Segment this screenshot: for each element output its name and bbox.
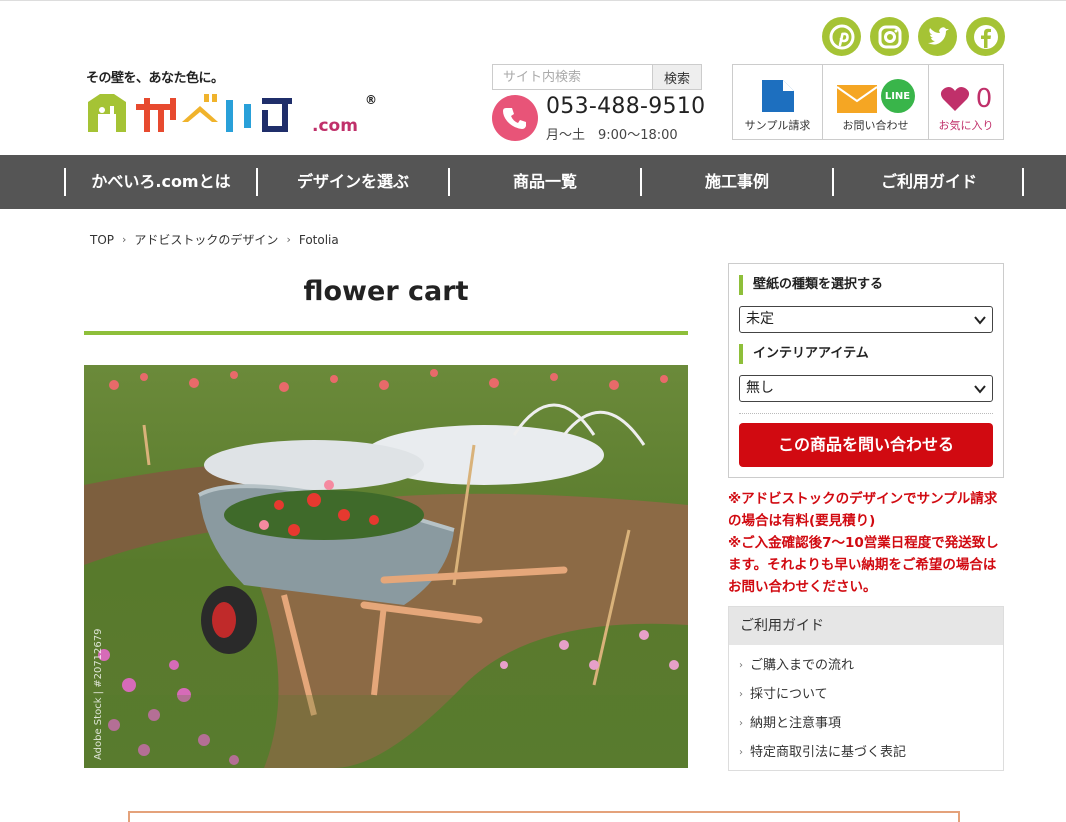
usage-guide: ご利用ガイド › ご購入までの流れ › 採寸について › 納期と注意事項 › 特定商取引… xyxy=(728,606,1004,771)
breadcrumb-current: Fotolia xyxy=(298,232,339,247)
sample-notes: ※アドビストックのデザインでサンプル請求の場合は有料(要見積り) ※ご入金確認後… xyxy=(728,488,1008,598)
top-border xyxy=(0,0,1066,1)
form-divider xyxy=(739,413,993,414)
product-image[interactable]: Adobe Stock | #20712679 xyxy=(84,365,688,768)
note-delivery: ※ご入金確認後7〜10営業日程度で発送致します。それよりも早い納期をご希望の場合… xyxy=(728,535,999,595)
svg-text:®: ® xyxy=(365,93,377,107)
chevron-right-icon: › xyxy=(739,747,743,758)
guide-item-label: 採寸について xyxy=(750,687,828,702)
sample-request-button[interactable]: サンプル請求 xyxy=(733,65,823,139)
guide-heading: ご利用ガイド xyxy=(729,607,1003,645)
breadcrumb-chevron-icon: › xyxy=(122,233,127,246)
bottom-section-box xyxy=(128,811,960,822)
product-title: flower cart xyxy=(303,276,469,307)
stock-credit: Adobe Stock | #20712679 xyxy=(93,628,104,761)
site-logo[interactable]: .com ® xyxy=(86,88,386,136)
chevron-down-icon xyxy=(974,385,986,394)
sample-request-label: サンプル請求 xyxy=(744,119,811,132)
product-options-form: 壁紙の種類を選択する 未定 インテリアアイテム 無し この商品を問い合わせる xyxy=(728,263,1004,478)
note-paid-sample: ※アドビストックのデザインでサンプル請求の場合は有料(要見積り) xyxy=(728,491,998,529)
nav-item-products[interactable]: 商品一覧 xyxy=(450,155,640,209)
twitter-icon[interactable] xyxy=(918,17,957,56)
phone-number[interactable]: 053-488-9510 xyxy=(546,94,705,119)
favorites-count: 0 xyxy=(975,84,993,114)
breadcrumb-top[interactable]: TOP xyxy=(90,233,114,247)
instagram-icon[interactable] xyxy=(870,17,909,56)
contact-label: お問い合わせ xyxy=(842,119,909,132)
guide-item-label: ご購入までの流れ xyxy=(750,658,855,673)
nav-item-design[interactable]: デザインを選ぶ xyxy=(258,155,448,209)
social-links xyxy=(822,17,1005,56)
guide-item-purchase-flow[interactable]: › ご購入までの流れ xyxy=(739,651,1003,680)
nav-item-about[interactable]: かべいろ.comとは xyxy=(66,155,256,209)
svg-text:.com: .com xyxy=(312,116,358,134)
nav-item-guide[interactable]: ご利用ガイド xyxy=(834,155,1024,209)
interior-item-value: 無し xyxy=(746,380,774,396)
wallpaper-type-value: 未定 xyxy=(746,311,774,327)
favorites-label: お気に入り xyxy=(938,119,994,132)
title-underline xyxy=(84,331,688,335)
interior-item-heading: インテリアアイテム xyxy=(739,344,869,364)
search-button[interactable]: 検索 xyxy=(652,64,702,90)
guide-item-measurement[interactable]: › 採寸について xyxy=(739,680,1003,709)
facebook-icon[interactable] xyxy=(966,17,1005,56)
breadcrumb-chevron-icon: › xyxy=(286,233,291,246)
document-icon xyxy=(761,80,794,112)
site-search: 検索 xyxy=(492,64,702,90)
phone-icon xyxy=(492,95,538,141)
wallpaper-type-heading: 壁紙の種類を選択する xyxy=(739,275,883,295)
breadcrumb-adobe-stock[interactable]: アドビストックのデザイン xyxy=(134,231,278,248)
line-icon: LINE xyxy=(880,79,915,113)
contact-button[interactable]: LINE お問い合わせ xyxy=(823,65,929,139)
site-tagline: その壁を、あなた色に。 xyxy=(86,71,224,86)
chevron-right-icon: › xyxy=(739,718,743,729)
favorites-button[interactable]: 0 お気に入り xyxy=(929,65,1003,139)
breadcrumb: TOP › アドビストックのデザイン › Fotolia xyxy=(90,231,339,248)
wallpaper-type-select[interactable]: 未定 xyxy=(739,306,993,333)
interior-item-select[interactable]: 無し xyxy=(739,375,993,402)
nav-separator xyxy=(1022,168,1024,196)
guide-item-legal[interactable]: › 特定商取引法に基づく表記 xyxy=(739,738,1003,767)
inquire-product-button[interactable]: この商品を問い合わせる xyxy=(739,423,993,467)
chevron-right-icon: › xyxy=(739,689,743,700)
search-input[interactable] xyxy=(492,64,652,90)
mail-icon xyxy=(836,85,877,113)
chevron-down-icon xyxy=(974,316,986,325)
nav-item-cases[interactable]: 施工事例 xyxy=(642,155,832,209)
heart-icon xyxy=(940,87,969,111)
header-actions: サンプル請求 LINE お問い合わせ 0 お気に入り xyxy=(732,64,1004,140)
main-nav: かべいろ.comとは デザインを選ぶ 商品一覧 施工事例 ご利用ガイド xyxy=(0,155,1066,209)
pinterest-icon[interactable] xyxy=(822,17,861,56)
guide-item-delivery[interactable]: › 納期と注意事項 xyxy=(739,709,1003,738)
guide-item-label: 特定商取引法に基づく表記 xyxy=(750,745,907,760)
business-hours: 月〜土 9:00〜18:00 xyxy=(546,128,678,143)
guide-item-label: 納期と注意事項 xyxy=(750,716,842,731)
chevron-right-icon: › xyxy=(739,660,743,671)
